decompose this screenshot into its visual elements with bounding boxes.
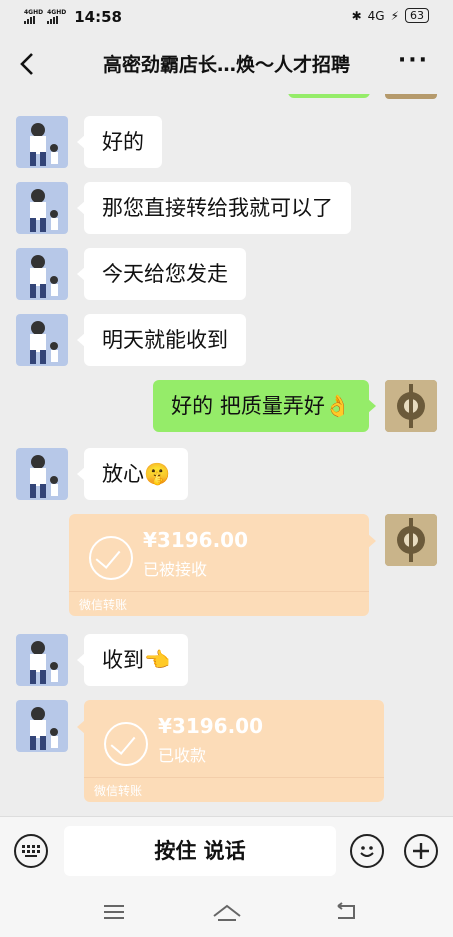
my-avatar[interactable] (385, 380, 437, 432)
check-circle-icon (89, 536, 133, 580)
previous-message-bubble (288, 94, 370, 98)
transfer-amount: ¥3196.00 (143, 528, 249, 552)
transfer-status: 已收款 (158, 746, 207, 765)
more-options-icon[interactable]: ··· (398, 50, 429, 72)
emoji-icon[interactable] (350, 834, 384, 868)
status-bar: 4GHD 4GHD 14:58 ✱ 4G ⚡ 63 (0, 0, 453, 34)
message-bubble[interactable]: 放心🤫 (76, 448, 189, 500)
input-bar: 按住 说话 (0, 816, 453, 889)
transfer-footer-label: 微信转账 (94, 784, 143, 798)
signal-icon-1: 4GHD (24, 10, 43, 24)
bluetooth-icon: ✱ (351, 8, 362, 23)
signal-icon-2: 4GHD (47, 10, 66, 24)
transfer-footer-label: 微信转账 (79, 598, 128, 612)
battery-indicator: 63 (405, 8, 429, 23)
message-bubble[interactable]: 今天给您发走 (77, 248, 246, 300)
message-bubble[interactable]: 好的 把质量弄好👌 (153, 380, 376, 432)
charging-icon: ⚡ (390, 8, 399, 23)
message-bubble[interactable]: 那您直接转给我就可以了 (77, 182, 351, 234)
transfer-card-received[interactable]: ¥3196.00 已收款 微信转账 (77, 700, 384, 802)
transfer-amount: ¥3196.00 (158, 714, 264, 738)
my-avatar-partial (385, 94, 437, 99)
check-circle-icon (104, 722, 148, 766)
transfer-status: 已被接收 (143, 560, 208, 579)
chat-header: 高密劲霸店长…焕〜人才招聘 ··· (0, 34, 453, 94)
contact-avatar[interactable] (16, 116, 68, 168)
transfer-card-sent[interactable]: ¥3196.00 已被接收 微信转账 (69, 514, 376, 616)
contact-avatar[interactable] (16, 182, 68, 234)
back-nav-icon[interactable] (334, 902, 358, 922)
back-arrow-icon[interactable] (16, 50, 38, 78)
home-nav-icon[interactable] (212, 902, 242, 922)
system-nav-bar (0, 888, 453, 937)
contact-avatar[interactable] (16, 248, 68, 300)
chat-title: 高密劲霸店长…焕〜人才招聘 (102, 54, 350, 76)
message-bubble[interactable]: 明天就能收到 (77, 314, 246, 366)
add-icon[interactable] (404, 834, 438, 868)
message-bubble[interactable]: 收到👈 (76, 634, 189, 686)
network-type: 4G (367, 8, 385, 23)
clock: 14:58 (74, 8, 122, 26)
contact-avatar[interactable] (16, 314, 68, 366)
contact-avatar[interactable] (16, 448, 68, 500)
keyboard-icon[interactable] (14, 834, 48, 868)
hold-to-talk-button[interactable]: 按住 说话 (64, 826, 336, 876)
contact-avatar[interactable] (16, 700, 68, 752)
my-avatar[interactable] (385, 514, 437, 566)
contact-avatar[interactable] (16, 634, 68, 686)
chat-messages[interactable]: 好的 那您直接转给我就可以了 今天给您发走 明天就能收到 好的 把质量弄好👌 放… (0, 94, 453, 816)
message-bubble[interactable]: 好的 (77, 116, 162, 168)
menu-nav-icon[interactable] (102, 902, 126, 922)
